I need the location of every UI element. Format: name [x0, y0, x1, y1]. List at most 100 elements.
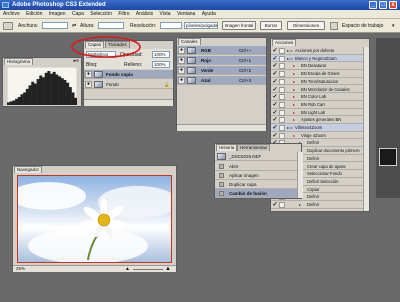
maximize-button[interactable]: □: [379, 1, 387, 9]
action-item[interactable]: ✓ ▸ BN Light Lab: [271, 109, 363, 117]
menu-analisis[interactable]: Análisis: [136, 10, 153, 19]
dialog-toggle-icon[interactable]: [279, 71, 285, 78]
action-item[interactable]: ✓ ▸ BN Desaturar: [271, 62, 363, 71]
zoom-out-icon[interactable]: ▲: [125, 266, 130, 272]
channel-row-rojo[interactable]: ● Rojo Ctrl+1: [177, 56, 266, 65]
dialog-toggle-icon[interactable]: [279, 125, 285, 131]
action-set-icon[interactable]: ▸▭: [287, 55, 293, 62]
minimize-button[interactable]: _: [369, 1, 377, 9]
action-item[interactable]: ✓ ▸ BN Color Lab: [271, 93, 363, 101]
actions-scrollbar[interactable]: [363, 47, 369, 211]
action-arrow-icon[interactable]: ▸: [293, 132, 295, 139]
resolution-unit-select[interactable]: píxeles/pulgada: [184, 22, 218, 29]
zoom-value[interactable]: 25%: [16, 266, 25, 271]
action-item[interactable]: ✓ ▸ Ajustes generales BN: [271, 116, 363, 124]
opacity-field[interactable]: 100%: [152, 51, 170, 58]
channel-row-verde[interactable]: ● Verde Ctrl+2: [177, 66, 266, 75]
menu-vista[interactable]: Vista: [160, 10, 171, 19]
swap-icon[interactable]: ⇄: [72, 23, 76, 29]
eye-icon[interactable]: ●: [85, 71, 92, 78]
eye-icon[interactable]: ●: [85, 81, 92, 88]
action-item[interactable]: ✓ ▸▭ Viñeteo4Zoom: [271, 124, 363, 132]
menu-edicion[interactable]: Edición: [26, 10, 42, 19]
action-item[interactable]: ✓ ▸ BN Mezclador de Canales: [271, 86, 363, 94]
history-item[interactable]: Cambio de fusión: [215, 189, 297, 198]
history-item[interactable]: Aplicar imagen: [215, 171, 297, 180]
workspace-label[interactable]: Espacio de trabajo: [342, 23, 383, 29]
tab-history[interactable]: Historia: [216, 144, 238, 151]
tab-channels[interactable]: Canales: [178, 38, 201, 45]
action-arrow-icon[interactable]: ▸: [293, 101, 295, 108]
action-arrow-icon[interactable]: ▸: [293, 116, 295, 123]
menu-ayuda[interactable]: Ayuda: [202, 10, 216, 19]
menu-seleccion[interactable]: Selección: [90, 10, 112, 19]
dialog-toggle-icon[interactable]: [279, 109, 285, 116]
action-set-icon[interactable]: ▸▭: [287, 47, 293, 54]
tab-histogram[interactable]: Histograma: [4, 58, 34, 65]
dialog-toggle-icon[interactable]: [279, 94, 285, 101]
history-item[interactable]: Abrir: [215, 162, 297, 171]
dialog-toggle-icon[interactable]: [279, 117, 285, 124]
menu-filtro[interactable]: Filtro: [118, 10, 129, 19]
action-item[interactable]: ✓ ▸ Viraje 4Zoom: [271, 132, 363, 140]
action-item[interactable]: ✓ ▸▭ Acciones por defecto: [271, 47, 363, 55]
tab-actions[interactable]: Acciones: [272, 39, 297, 46]
action-arrow-icon[interactable]: ▸: [299, 201, 301, 208]
dialog-toggle-icon[interactable]: [279, 132, 285, 139]
resolution-field[interactable]: [160, 22, 182, 29]
action-arrow-icon[interactable]: ▸: [293, 62, 295, 69]
action-arrow-icon[interactable]: ▸: [293, 70, 295, 77]
menu-capa[interactable]: Capa: [72, 10, 84, 19]
history-item[interactable]: Duplicar capa: [215, 180, 297, 189]
menu-ventana[interactable]: Ventana: [177, 10, 195, 19]
color-swatch[interactable]: [379, 148, 397, 166]
tab-navigator[interactable]: Navegador: [14, 166, 43, 173]
check-icon[interactable]: ✓: [272, 202, 278, 209]
palette-well-icon[interactable]: [330, 22, 338, 30]
zoom-in-icon[interactable]: ▲: [165, 266, 171, 272]
channel-row-rgb[interactable]: ● RGB Ctrl+~: [177, 46, 266, 55]
menu-archivo[interactable]: Archivo: [3, 10, 20, 19]
action-item[interactable]: ✓ ▸ BN Rob Carr: [271, 101, 363, 109]
menu-imagen[interactable]: Imagen: [49, 10, 66, 19]
dialog-toggle-icon[interactable]: [279, 48, 285, 54]
eye-icon[interactable]: ●: [178, 77, 185, 84]
dialog-toggle-icon[interactable]: [279, 202, 285, 208]
workspace-dropdown-icon[interactable]: ▾: [392, 23, 395, 29]
clear-button[interactable]: Borrar: [260, 21, 282, 30]
layer-row-fondo[interactable]: ● Fondo 🔒: [84, 80, 173, 89]
action-item[interactable]: ✓ ▸ BN Escala de Grises: [271, 70, 363, 78]
channel-shortcut: Ctrl+2: [239, 68, 252, 73]
fill-field[interactable]: 100%: [152, 61, 170, 68]
channel-row-azul[interactable]: ● Azul Ctrl+3: [177, 76, 266, 85]
navigator-preview[interactable]: [17, 175, 172, 263]
action-set-icon[interactable]: ▸▭: [287, 124, 293, 131]
history-scrollbar[interactable]: [297, 152, 303, 198]
tab-tool-presets[interactable]: Herramientas: [237, 144, 271, 151]
eye-icon[interactable]: ●: [178, 67, 185, 74]
dialog-toggle-icon[interactable]: [279, 78, 285, 85]
close-button[interactable]: x: [389, 1, 397, 9]
layer-row-fondo-copia[interactable]: ● Fondo copia: [84, 70, 173, 79]
dialog-toggle-icon[interactable]: [279, 86, 285, 93]
zoom-slider[interactable]: [133, 269, 163, 270]
action-item[interactable]: ✓ ▸ Definir: [271, 201, 363, 209]
action-label: Ajustes generales BN: [301, 117, 342, 123]
dialog-toggle-icon[interactable]: [279, 101, 285, 108]
width-field[interactable]: [42, 22, 68, 29]
action-arrow-icon[interactable]: ▸: [293, 78, 295, 85]
action-arrow-icon[interactable]: ▸: [293, 86, 295, 93]
action-arrow-icon[interactable]: ▸: [293, 93, 295, 100]
front-image-button[interactable]: Imagen frontal: [222, 21, 256, 30]
crop-tool-icon[interactable]: [3, 22, 13, 30]
history-snapshot[interactable]: _DSC5026.NEF: [215, 152, 297, 161]
eye-icon[interactable]: ●: [178, 47, 185, 54]
height-field[interactable]: [98, 22, 124, 29]
dialog-toggle-icon[interactable]: [279, 55, 285, 62]
dialog-toggle-icon[interactable]: [279, 63, 285, 70]
action-item[interactable]: ✓ ▸▭ Blanco y Negro4Zoom: [271, 54, 363, 63]
eye-icon[interactable]: ●: [178, 57, 185, 64]
dimensions-button[interactable]: Dimensiones: [287, 21, 325, 30]
action-arrow-icon[interactable]: ▸: [293, 109, 295, 116]
action-item[interactable]: ✓ ▸ BN Tono/Saturacion: [271, 78, 363, 86]
